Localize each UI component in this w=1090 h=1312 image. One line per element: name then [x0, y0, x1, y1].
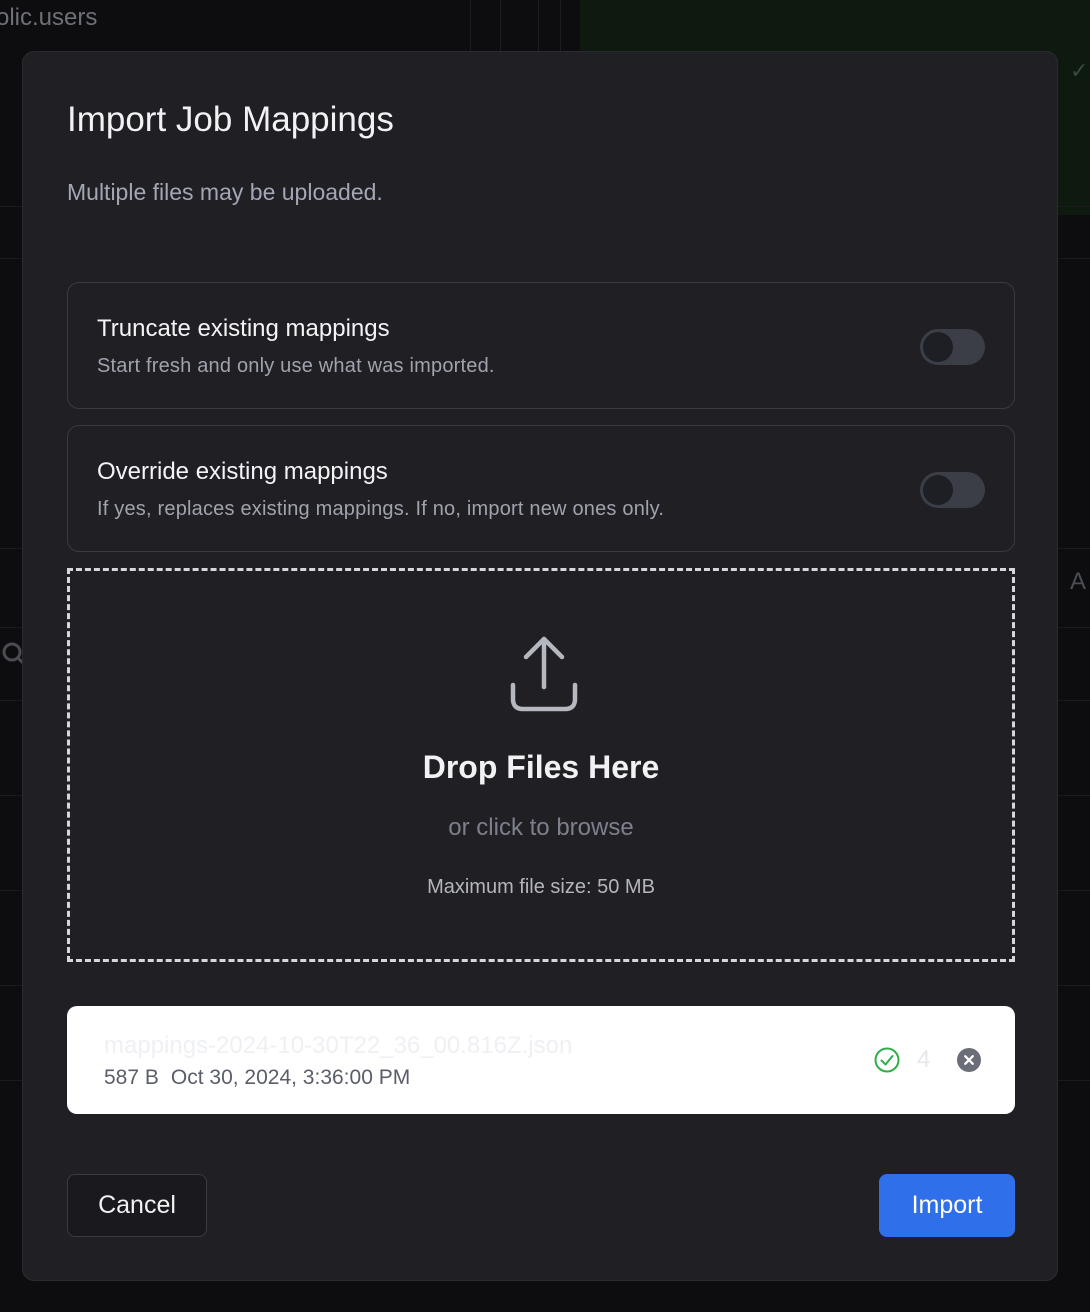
override-mappings-toggle[interactable] — [920, 472, 985, 508]
file-size: 587 B — [104, 1066, 159, 1089]
background-column-divider — [500, 0, 501, 52]
background-column-divider — [538, 0, 539, 52]
option-description: Start fresh and only use what was import… — [97, 355, 495, 377]
background-table-label: olic.users — [0, 4, 98, 31]
dropzone-max-size: Maximum file size: 50 MB — [427, 876, 655, 898]
close-circle-icon[interactable] — [957, 1048, 981, 1072]
truncate-mappings-option: Truncate existing mappings Start fresh a… — [67, 282, 1015, 409]
cancel-button[interactable]: Cancel — [67, 1174, 207, 1237]
file-count: 4 — [917, 1046, 931, 1073]
file-name: mappings-2024-10-30T22_36_00.816Z.json — [104, 1032, 573, 1059]
background-column-divider — [560, 0, 561, 52]
upload-icon — [510, 636, 578, 712]
dropzone-title: Drop Files Here — [422, 749, 660, 785]
option-title: Truncate existing mappings — [97, 315, 390, 342]
import-button[interactable]: Import — [879, 1174, 1015, 1237]
truncate-mappings-toggle[interactable] — [920, 329, 985, 365]
check-circle-icon — [874, 1047, 900, 1073]
toggle-knob — [923, 332, 953, 362]
background-check-icon: ✓ — [1070, 58, 1089, 83]
option-description: If yes, replaces existing mappings. If n… — [97, 498, 665, 520]
dialog-title: Import Job Mappings — [67, 100, 394, 139]
background-column-divider — [470, 0, 471, 52]
file-meta: 587 B Oct 30, 2024, 3:36:00 PM — [104, 1066, 422, 1090]
dropzone-browse-hint: or click to browse — [448, 814, 634, 841]
import-mappings-dialog: Import Job Mappings Multiple files may b… — [22, 51, 1058, 1281]
dialog-subtitle: Multiple files may be uploaded. — [67, 179, 383, 205]
file-dropzone[interactable]: Drop Files Here or click to browse Maxim… — [67, 568, 1015, 962]
toggle-knob — [923, 475, 953, 505]
background-partial-text: A — [1070, 568, 1087, 595]
option-title: Override existing mappings — [97, 458, 388, 485]
file-date: Oct 30, 2024, 3:36:00 PM — [170, 1066, 411, 1089]
uploaded-file-item: mappings-2024-10-30T22_36_00.816Z.json 5… — [67, 1006, 1015, 1114]
override-mappings-option: Override existing mappings If yes, repla… — [67, 425, 1015, 552]
